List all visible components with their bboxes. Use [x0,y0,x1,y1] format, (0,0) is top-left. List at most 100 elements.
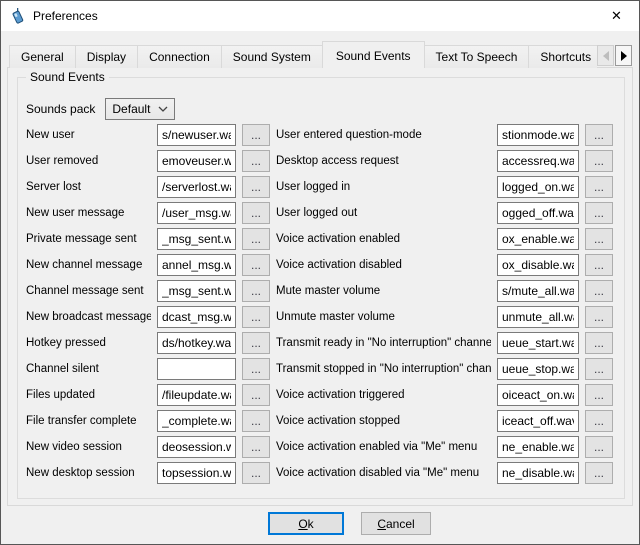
browse-button[interactable]: ... [585,306,613,328]
event-label: Voice activation enabled [276,233,491,245]
browse-button[interactable]: ... [585,124,613,146]
browse-button[interactable]: ... [242,124,270,146]
tab-label: Shortcuts [540,50,591,64]
sound-file-input[interactable] [157,176,236,198]
browse-button[interactable]: ... [242,306,270,328]
sounds-pack-row: Sounds pack Default [26,98,175,120]
tab-label: Sound Events [336,49,411,63]
event-label: Private message sent [26,233,151,245]
browse-button[interactable]: ... [585,332,613,354]
close-icon: ✕ [611,8,622,24]
sound-file-input[interactable] [497,410,579,432]
ok-label: O [298,517,307,531]
event-label: New channel message [26,259,151,271]
event-label: Voice activation disabled via "Me" menu [276,467,491,479]
browse-button[interactable]: ... [585,202,613,224]
browse-button[interactable]: ... [585,384,613,406]
browse-button[interactable]: ... [242,410,270,432]
event-label: User removed [26,155,151,167]
tab-scroll-right-button[interactable] [615,45,632,66]
sound-file-input[interactable] [157,280,236,302]
event-label: Unmute master volume [276,311,491,323]
tab-shortcuts[interactable]: Shortcuts [528,45,597,68]
event-label: Hotkey pressed [26,337,151,349]
browse-button[interactable]: ... [242,332,270,354]
browse-button[interactable]: ... [242,280,270,302]
browse-button[interactable]: ... [242,202,270,224]
ok-button[interactable]: Ok [268,512,344,535]
sounds-pack-select[interactable]: Default [105,98,175,120]
tab-strip: GeneralDisplayConnection Sound System Soun… [9,40,597,68]
sound-file-input[interactable] [497,124,579,146]
browse-button[interactable]: ... [242,462,270,484]
chevron-left-icon [603,51,609,61]
tab-sound-system[interactable]: Sound System [221,45,323,68]
sound-file-input[interactable] [497,332,579,354]
browse-button[interactable]: ... [242,358,270,380]
sound-file-input[interactable] [497,280,579,302]
sound-file-input[interactable] [157,358,236,380]
sound-file-input[interactable] [157,306,236,328]
sound-events-group: Sound Events Sounds pack Default New use… [17,77,625,499]
event-label: New desktop session [26,467,151,479]
browse-button[interactable]: ... [242,150,270,172]
sound-file-input[interactable] [497,254,579,276]
browse-button[interactable]: ... [585,410,613,432]
browse-button[interactable]: ... [585,228,613,250]
sound-file-input[interactable] [497,306,579,328]
browse-button[interactable]: ... [585,436,613,458]
browse-button[interactable]: ... [585,150,613,172]
tab-general[interactable]: General [9,45,76,68]
tab-page-sound-events: Sound Events Sounds pack Default New use… [7,67,633,506]
cancel-button[interactable]: Cancel [361,512,431,535]
sound-file-input[interactable] [157,228,236,250]
sound-file-input[interactable] [157,254,236,276]
sound-file-input[interactable] [157,202,236,224]
sound-file-input[interactable] [497,228,579,250]
sound-file-input[interactable] [497,384,579,406]
sound-file-input[interactable] [157,150,236,172]
browse-button[interactable]: ... [242,228,270,250]
browse-button[interactable]: ... [242,254,270,276]
sound-file-input[interactable] [157,462,236,484]
browse-button[interactable]: ... [242,436,270,458]
sound-file-input[interactable] [157,332,236,354]
tab-label: Text To Speech [436,50,518,64]
browse-button[interactable]: ... [585,176,613,198]
app-icon [9,8,26,25]
browse-button[interactable]: ... [585,358,613,380]
tab-label: Sound System [233,50,311,64]
event-label: Transmit ready in "No interruption" chan… [276,337,491,349]
tab-display[interactable]: Display [75,45,138,68]
sound-events-grid: New user...User entered question-mode...… [26,124,613,484]
sound-file-input[interactable] [497,150,579,172]
sounds-pack-label: Sounds pack [26,102,95,116]
sound-file-input[interactable] [497,358,579,380]
cancel-label: C [377,517,386,531]
sound-file-input[interactable] [497,462,579,484]
event-label: Voice activation enabled via "Me" menu [276,441,491,453]
tab-scroll-left-button[interactable] [597,45,614,66]
event-label: Desktop access request [276,155,491,167]
event-label: New broadcast message [26,311,151,323]
tab-connection[interactable]: Connection [137,45,222,68]
browse-button[interactable]: ... [585,462,613,484]
sound-file-input[interactable] [497,176,579,198]
sound-file-input[interactable] [157,124,236,146]
tab-sound-events[interactable]: Sound Events [322,41,425,68]
browse-button[interactable]: ... [585,254,613,276]
event-label: User entered question-mode [276,129,491,141]
tab-text-to-speech[interactable]: Text To Speech [424,45,530,68]
sound-file-input[interactable] [157,410,236,432]
sound-file-input[interactable] [497,202,579,224]
browse-button[interactable]: ... [585,280,613,302]
sound-file-input[interactable] [157,436,236,458]
browse-button[interactable]: ... [242,384,270,406]
sounds-pack-value: Default [112,102,158,116]
close-button[interactable]: ✕ [594,1,639,31]
sound-file-input[interactable] [157,384,236,406]
sound-file-input[interactable] [497,436,579,458]
chevron-down-icon [158,106,168,112]
event-label: New video session [26,441,151,453]
browse-button[interactable]: ... [242,176,270,198]
